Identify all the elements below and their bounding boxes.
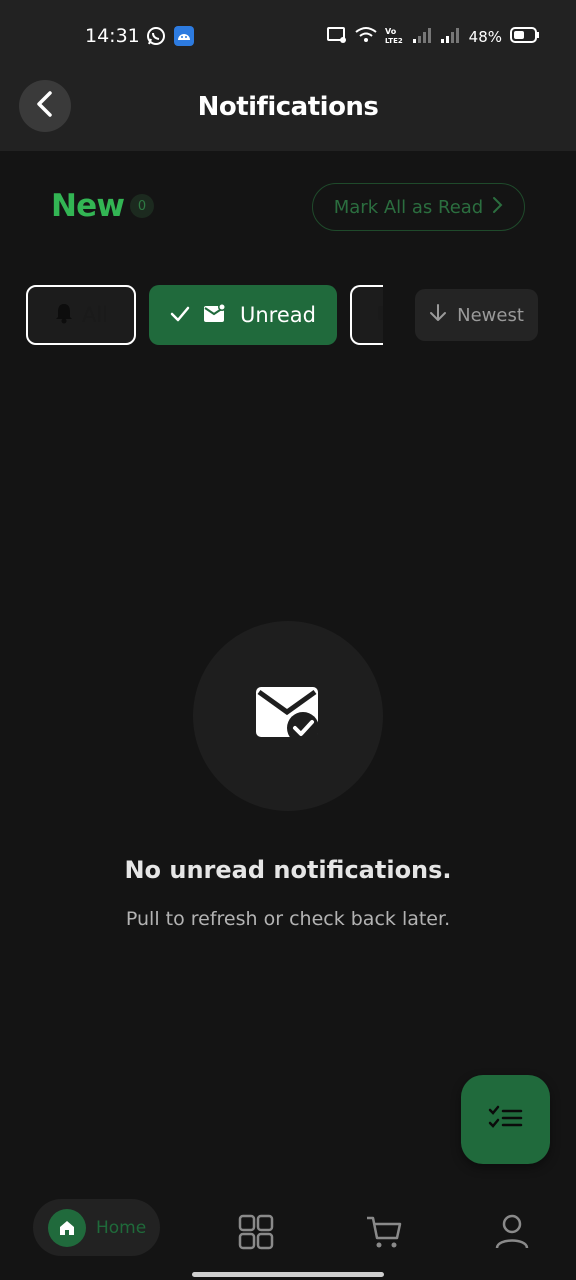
section-title: New xyxy=(51,188,125,224)
svg-text:Vo: Vo xyxy=(385,27,397,36)
checklist-icon xyxy=(488,1103,524,1137)
filter-chip-unread-label: Unread xyxy=(240,303,316,327)
empty-state-illustration xyxy=(193,621,383,811)
status-time: 14:31 xyxy=(85,25,140,47)
mail-badge-icon xyxy=(204,302,226,328)
empty-state-title: No unread notifications. xyxy=(124,856,452,884)
cart-icon xyxy=(365,1214,403,1254)
nav-profile[interactable] xyxy=(492,1214,532,1254)
app-header: Notifications xyxy=(0,68,576,151)
svg-text:LTE2: LTE2 xyxy=(385,37,403,44)
bell-icon xyxy=(54,302,74,329)
cast-icon xyxy=(326,26,347,48)
volte-icon: Vo LTE2 xyxy=(385,26,405,48)
mail-check-icon xyxy=(253,684,323,748)
signal-icon xyxy=(412,27,433,47)
wifi-icon xyxy=(355,26,377,48)
page-title: Notifications xyxy=(197,92,379,122)
mark-all-read-button[interactable]: Mark All as Read xyxy=(312,183,525,231)
signal-icon xyxy=(440,27,461,47)
archive-icon xyxy=(378,303,383,327)
nav-home[interactable]: Home xyxy=(33,1199,160,1256)
home-indicator xyxy=(192,1272,384,1277)
sort-button[interactable]: Newest xyxy=(415,289,538,341)
nav-home-label: Home xyxy=(96,1217,147,1238)
filter-chip-all[interactable]: All xyxy=(26,285,136,345)
bottom-nav: Home xyxy=(0,1190,576,1280)
grid-icon xyxy=(238,1214,274,1254)
check-icon xyxy=(170,303,190,327)
filter-chip-all-label: All xyxy=(81,303,109,327)
battery-percent: 48% xyxy=(468,28,502,46)
status-bar: 14:31 Vo LTE2 48% xyxy=(0,0,576,68)
empty-state-subtitle: Pull to refresh or check back later. xyxy=(125,908,451,930)
home-icon xyxy=(48,1208,86,1247)
count-badge: 0 xyxy=(130,194,154,218)
mark-all-read-label: Mark All as Read xyxy=(333,196,484,218)
chevron-right-icon xyxy=(491,196,503,219)
arrow-down-icon xyxy=(429,303,447,328)
profile-icon xyxy=(495,1214,529,1254)
whatsapp-icon xyxy=(146,26,166,50)
filter-chip-unread[interactable]: Unread xyxy=(149,285,337,345)
sort-label: Newest xyxy=(457,304,524,326)
nav-categories[interactable] xyxy=(236,1214,276,1254)
battery-icon xyxy=(510,27,540,47)
checklist-fab-button[interactable] xyxy=(461,1075,550,1164)
filter-chip-more[interactable] xyxy=(350,285,383,345)
android-icon xyxy=(174,26,194,50)
nav-cart[interactable] xyxy=(364,1214,404,1254)
